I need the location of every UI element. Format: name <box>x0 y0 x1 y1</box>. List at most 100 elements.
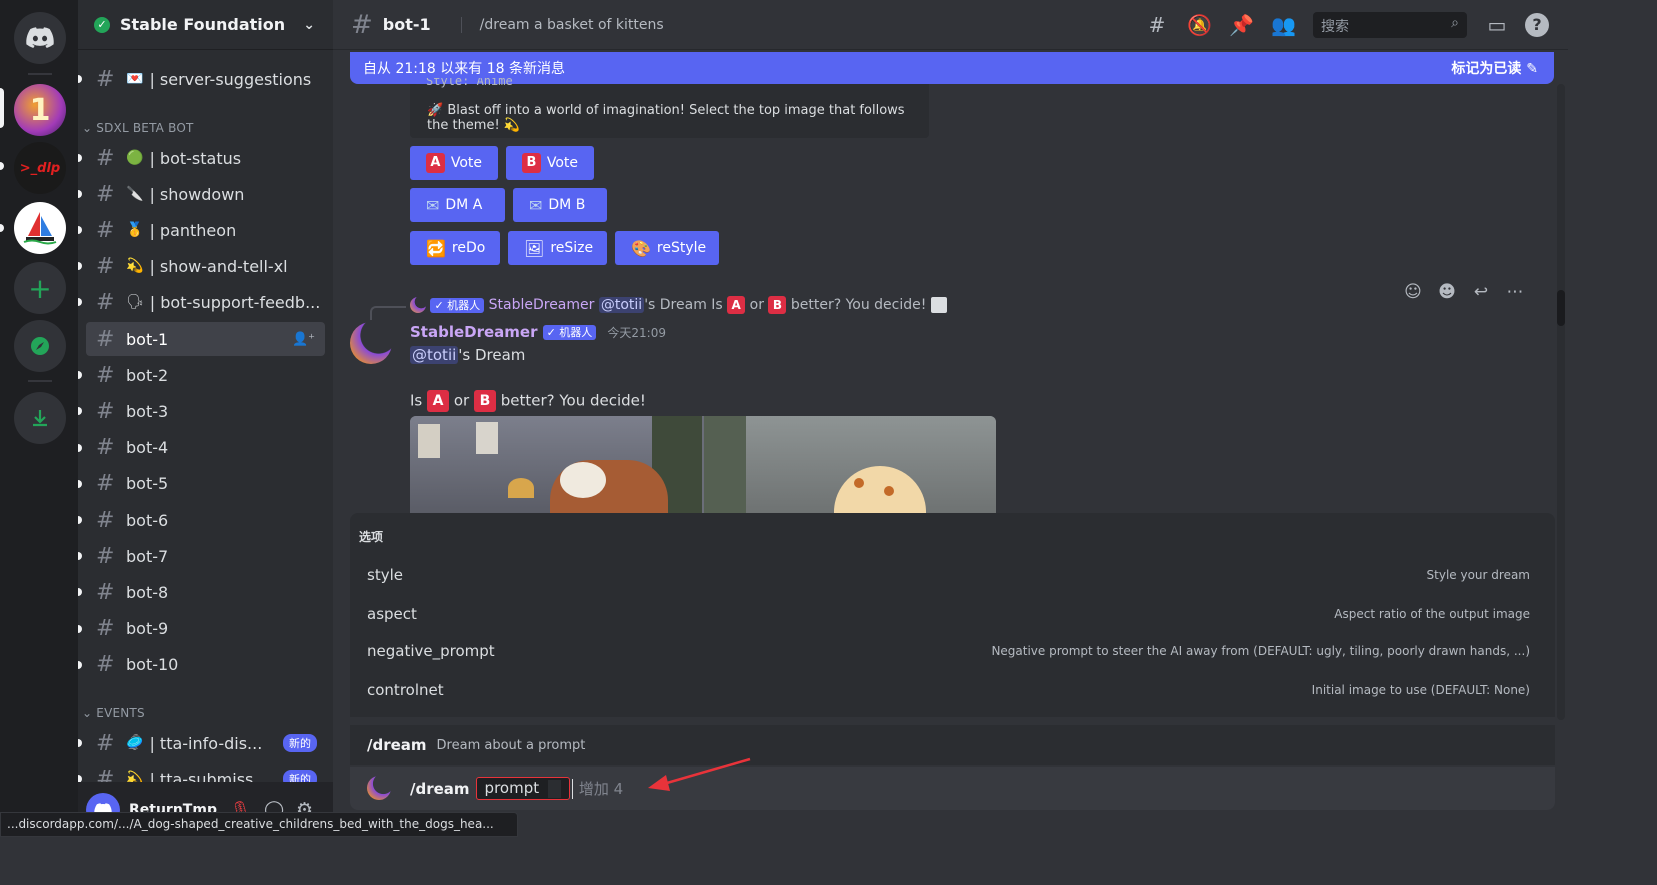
channel-server-suggestions[interactable]: # 💌 | server-suggestions <box>78 62 325 96</box>
new-messages-bar[interactable]: 自从 21:18 以来有 18 条新消息 标记为已读 ✎ <box>350 52 1554 84</box>
verified-icon: ✓ <box>94 16 110 33</box>
hash-icon: # <box>96 398 115 424</box>
channel-sdxl-2[interactable]: # 🥇 | pantheon <box>78 213 325 247</box>
attachment-image[interactable] <box>410 416 996 514</box>
channel-bot-8[interactable]: # bot-8 <box>78 575 325 609</box>
options-title: 选项 <box>359 530 384 544</box>
channel-label: | show-and-tell-xl <box>149 256 288 276</box>
channel-bot-7[interactable]: # bot-7 <box>78 539 325 573</box>
compass-icon <box>31 337 49 355</box>
image-left-panel <box>410 416 702 514</box>
vote-b-button[interactable]: B Vote <box>506 146 594 180</box>
channel-sdxl-1[interactable]: # 🔪 | showdown <box>78 177 325 211</box>
channel-label: bot-4 <box>126 438 169 458</box>
message-line-1: @totii's Dream <box>410 346 526 364</box>
category-events[interactable]: ⌄ EVENTS <box>82 706 145 720</box>
channel-sdxl-4[interactable]: # 🗣 | bot-support-feedb... <box>78 285 325 319</box>
message-input[interactable]: /dream prompt 增加 4 <box>350 757 1555 810</box>
option-aspect[interactable]: aspect Aspect ratio of the output image <box>350 595 1555 633</box>
channel-bot-6[interactable]: # bot-6 <box>78 503 325 537</box>
message-mention[interactable]: @totii <box>410 346 459 364</box>
message-header: StableDreamer ✓ 机器人 今天21:09 <box>410 322 666 341</box>
hash-icon: # <box>96 579 115 605</box>
add-member-icon[interactable]: 👤⁺ <box>292 332 315 347</box>
server-1-icon[interactable]: 1 <box>14 84 66 136</box>
message-author[interactable]: StableDreamer <box>410 323 538 341</box>
image-right-panel <box>704 416 996 514</box>
new-badge: 新的 <box>283 734 317 752</box>
server-header[interactable]: ✓ Stable Foundation ⌄ <box>78 0 333 50</box>
notification-muted-icon[interactable]: 🔕 <box>1187 13 1212 37</box>
add-reaction-icon[interactable]: ☺ <box>1399 278 1427 306</box>
add-super-reaction-icon[interactable]: ☻ <box>1433 278 1461 306</box>
help-icon[interactable]: ? <box>1525 13 1549 37</box>
download-icon <box>33 410 47 427</box>
channel-bot-2[interactable]: # bot-2 <box>78 358 325 392</box>
discord-window: 1 >_dlp + ✓ Stable Foundation ⌄ # 💌 | se… <box>0 0 1568 837</box>
threads-icon[interactable]: # <box>1145 13 1169 37</box>
inbox-icon[interactable]: ▭ <box>1485 13 1509 37</box>
dm-b-button[interactable]: ✉ DM B <box>513 188 607 222</box>
mark-as-read-button[interactable]: 标记为已读 ✎ <box>1451 58 1538 78</box>
channel-label: bot-10 <box>126 655 179 675</box>
text-cursor <box>571 778 573 799</box>
resize-button[interactable]: 🖼 reSize <box>508 231 607 265</box>
search-input[interactable]: 搜索 ⌕ <box>1313 12 1467 38</box>
reply-author[interactable]: StableDreamer <box>489 297 595 313</box>
discord-logo-icon <box>26 27 54 48</box>
image-icon <box>930 297 947 313</box>
channel-label: bot-9 <box>126 619 169 639</box>
reply-mention[interactable]: @totii <box>598 297 645 313</box>
channel-sdxl-3[interactable]: # 💫 | show-and-tell-xl <box>78 249 325 283</box>
discord-home-button[interactable] <box>14 12 66 64</box>
member-list-icon[interactable]: 👥 <box>1271 13 1296 37</box>
reply-icon[interactable]: ↩ <box>1467 278 1495 306</box>
category-sdxl-beta-bot[interactable]: ⌄ SDXL BETA BOT <box>82 121 194 135</box>
redo-button[interactable]: 🔁 reDo <box>410 231 500 265</box>
option-negative-prompt[interactable]: negative_prompt Negative prompt to steer … <box>350 632 1555 670</box>
more-icon[interactable]: ⋯ <box>1501 278 1529 306</box>
author-avatar[interactable] <box>350 322 392 364</box>
channel-topic[interactable]: /dream a basket of kittens <box>460 16 664 33</box>
command-description: Dream about a prompt <box>436 737 586 753</box>
envelope-icon: ✉ <box>426 195 440 215</box>
dm-a-button[interactable]: ✉ DM A <box>410 188 505 222</box>
option-controlnet[interactable]: controlnet Initial image to use (DEFAULT:… <box>350 671 1555 709</box>
repeat-icon: 🔁 <box>426 238 446 258</box>
channel-sdxl-0[interactable]: # 🟢 | bot-status <box>78 141 325 175</box>
hash-icon: # <box>96 543 115 569</box>
channel-label: bot-5 <box>126 474 169 494</box>
channel-bot-9[interactable]: # bot-9 <box>78 612 325 646</box>
scrollbar-thumb[interactable] <box>1557 290 1565 326</box>
add-server-button[interactable]: + <box>14 262 66 314</box>
download-apps-button[interactable] <box>14 392 66 444</box>
channel-emoji: 🟢 <box>126 150 144 166</box>
red-arrow-annotation <box>648 757 751 791</box>
channel-bot-5[interactable]: # bot-5 <box>78 467 325 501</box>
chat-area: # bot-1 /dream a basket of kittens # 🔕 📌… <box>333 0 1568 837</box>
reply-preview[interactable]: ✓ 机器人 StableDreamer @totii's Dream Is A … <box>370 296 947 320</box>
scrollbar[interactable] <box>1557 84 1565 720</box>
message-hover-toolbar: ☺ ☻ ↩ ⋯ <box>1399 275 1529 309</box>
channel-bot-3[interactable]: # bot-3 <box>78 394 325 428</box>
channel-title: bot-1 <box>382 15 431 34</box>
command-info-row[interactable]: /dream Dream about a prompt <box>350 725 1555 765</box>
palette-icon: 🎨 <box>631 238 651 258</box>
channel-bot-4[interactable]: # bot-4 <box>78 431 325 465</box>
option-style[interactable]: style Style your dream <box>350 556 1555 594</box>
chevron-down-icon[interactable]: ⌄ <box>303 17 315 33</box>
server-sailboat-icon[interactable] <box>14 202 66 254</box>
pin-icon[interactable]: 📌 <box>1229 13 1254 37</box>
embed-text: 🚀 Blast off into a world of imagination!… <box>427 103 905 133</box>
hash-icon: # <box>96 326 115 352</box>
server-dlp-icon[interactable]: >_dlp <box>14 142 66 194</box>
channel-tta-info[interactable]: # 🥏 | tta-info-dis... 新的 <box>78 726 325 760</box>
prompt-parameter[interactable]: prompt <box>475 777 570 800</box>
letter-a-emoji: A <box>727 296 746 314</box>
restyle-button[interactable]: 🎨 reStyle <box>615 231 719 265</box>
explore-servers-button[interactable] <box>14 320 66 372</box>
channel-bot-10[interactable]: # bot-10 <box>78 648 325 682</box>
bot-tag: ✓ 机器人 <box>542 325 597 340</box>
vote-a-button[interactable]: A Vote <box>410 146 498 180</box>
channel-bot-1[interactable]: # bot-1 👤⁺ <box>86 322 325 356</box>
